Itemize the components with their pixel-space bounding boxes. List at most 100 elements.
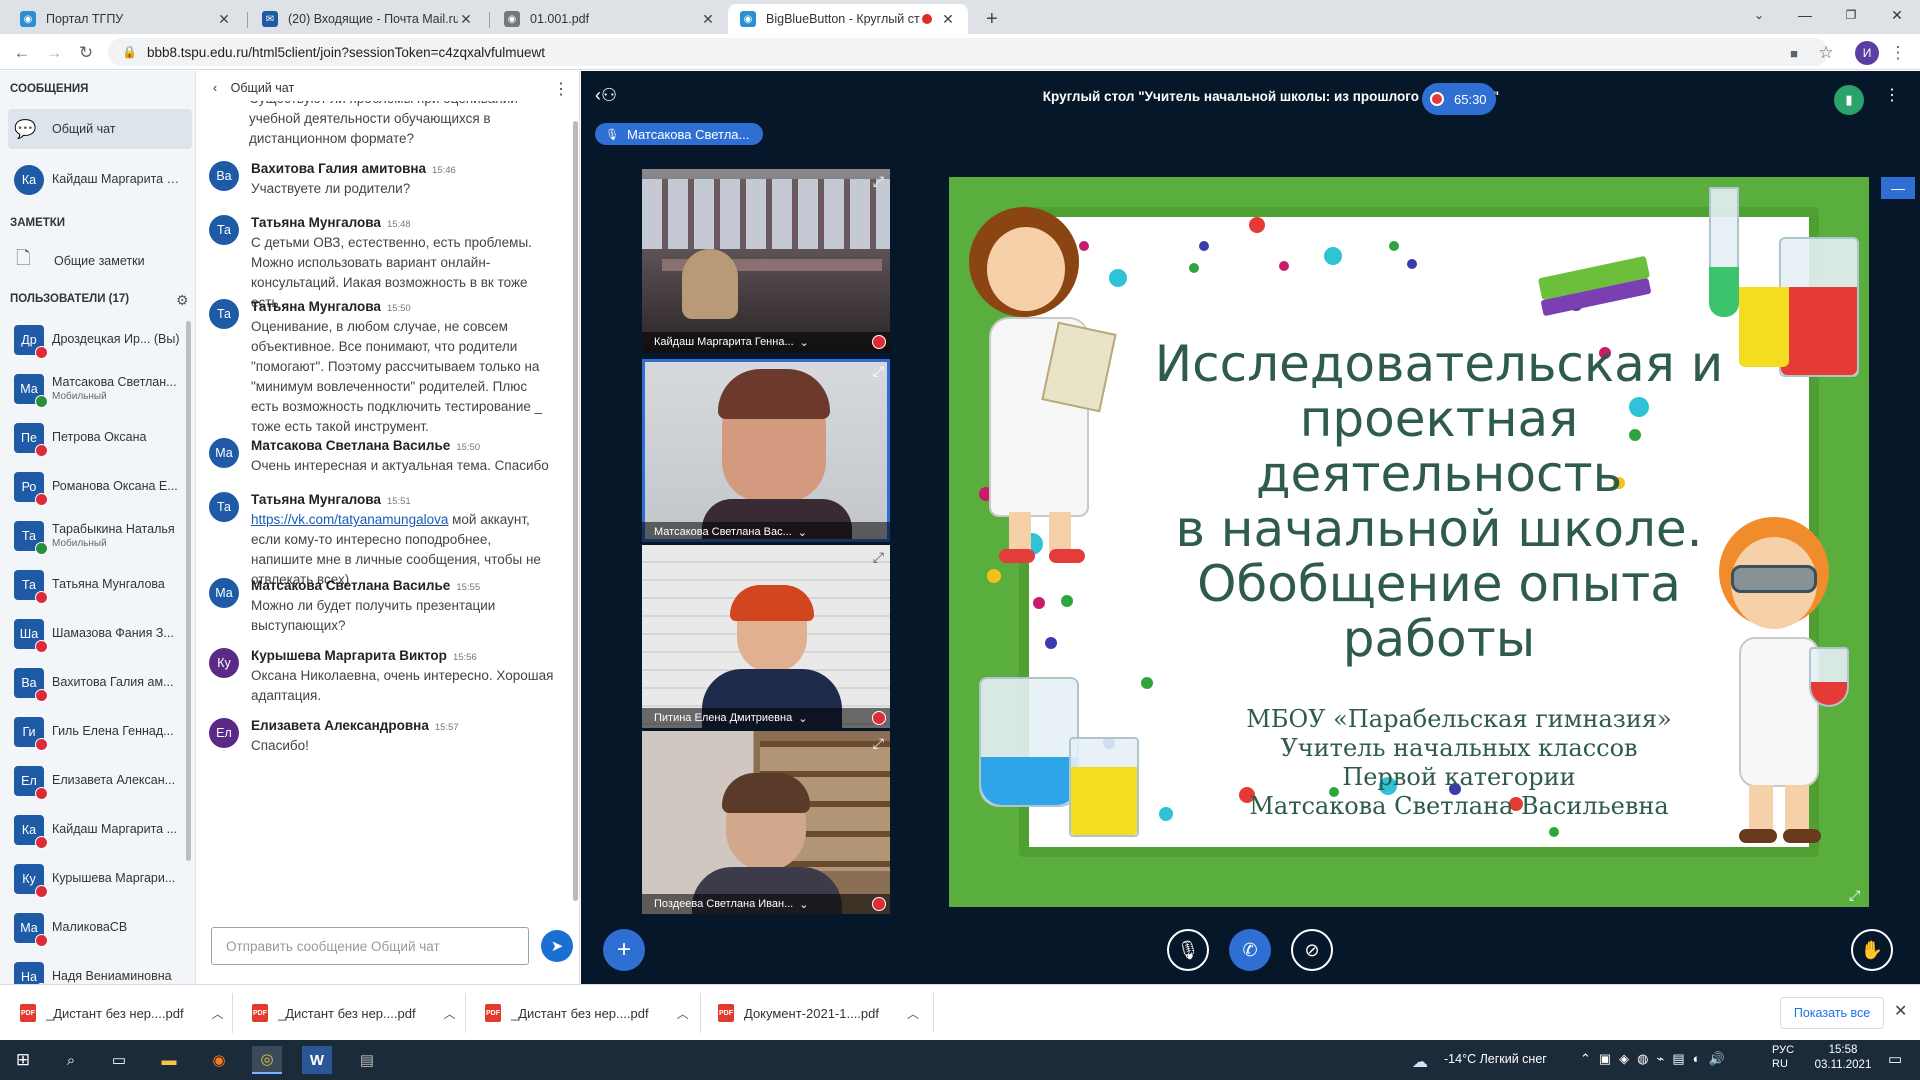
user-name: Вахитова Галия ам... (52, 675, 174, 690)
user-list-item[interactable]: Ша Шамазова Фания З... (0, 611, 190, 657)
fullscreen-icon[interactable]: ⤢ (873, 735, 884, 752)
browser-tab-strip: ◉ Портал ТГПУ ✕ ✉ (20) Входящие - Почта … (0, 0, 1920, 34)
close-icon[interactable]: ✕ (1894, 1001, 1907, 1021)
user-list-item[interactable]: Та Татьяна Мунгалова (0, 562, 190, 608)
search-icon[interactable]: ⌕ (56, 1046, 86, 1074)
user-name: Кайдаш Маргарита ... (52, 822, 178, 837)
windows-start-icon[interactable]: ⊞ (8, 1046, 38, 1074)
recording-indicator[interactable]: 65:30 (1422, 83, 1496, 115)
message-text: Спасибо! (251, 738, 309, 753)
window-close-icon[interactable]: ✕ (1874, 0, 1920, 30)
clock[interactable]: 15:58 03.11.2021 (1812, 1044, 1874, 1071)
public-chat-item[interactable]: 💬 Общий чат (8, 109, 192, 149)
fullscreen-icon[interactable]: ⤢ (873, 549, 884, 566)
user-list-item[interactable]: Ма Матсакова Светлан... Мобильный (0, 366, 190, 412)
user-list-item[interactable]: Ку Курышева Маргари... (0, 856, 190, 902)
chat-header[interactable]: ‹ Общий чат (213, 81, 294, 95)
actions-button[interactable]: + (603, 929, 645, 971)
user-list-item[interactable]: Ги Гиль Елена Геннад... (0, 709, 190, 755)
private-chat-item[interactable]: Ка Кайдаш Маргарита Г... (0, 157, 196, 203)
close-icon[interactable]: ✕ (700, 11, 716, 28)
raise-hand-button[interactable]: ✋ (1851, 929, 1893, 971)
minimize-icon[interactable]: — (1782, 0, 1828, 30)
download-item[interactable]: PDF _Дистант без нер....pdf ︿ (252, 985, 456, 1041)
fullscreen-icon[interactable]: ⤢ (873, 173, 884, 190)
minimize-presentation-button[interactable]: — (1881, 177, 1915, 199)
chevron-up-icon[interactable]: ︿ (212, 1005, 224, 1022)
talking-indicator[interactable]: 🎙 Матсакова Светла... (595, 123, 764, 145)
app-icon[interactable]: ▤ (352, 1046, 382, 1074)
shared-notes-item[interactable]: 🗋 Общие заметки (0, 241, 196, 281)
file-explorer-icon[interactable]: ▬ (154, 1046, 184, 1074)
gear-icon[interactable]: ⚙ (176, 292, 189, 309)
muted-mic-icon (35, 689, 48, 702)
message-link[interactable]: https://vk.com/tatyanamungalova (251, 512, 448, 527)
user-list-item[interactable]: Пе Петрова Оксана (0, 415, 190, 461)
bookmark-star-icon[interactable]: ☆ (1814, 41, 1838, 65)
profile-avatar[interactable]: И (1855, 41, 1879, 65)
mic-active-icon (35, 395, 48, 408)
user-list-item[interactable]: Ел Елизавета Алексан... (0, 758, 190, 804)
chevron-up-icon[interactable]: ︿ (444, 1005, 456, 1022)
video-tile-active[interactable]: ⤢ Матсакова Светлана Вас... ⌄ (642, 359, 890, 542)
video-tile[interactable]: ⤢ Питина Елена Дмитриевна ⌄ (642, 545, 890, 728)
connection-status-icon[interactable]: ▮ (1834, 85, 1864, 115)
chevron-up-icon[interactable]: ︿ (907, 1005, 919, 1022)
browser-tab[interactable]: ◉ 01.001.pdf ✕ (492, 4, 728, 34)
send-button[interactable]: ➤ (541, 930, 573, 962)
user-list-item[interactable]: Ва Вахитова Галия ам... (0, 660, 190, 706)
close-icon[interactable]: ✕ (940, 11, 956, 28)
new-tab-button[interactable]: + (974, 4, 1004, 34)
user-list-toggle-icon[interactable]: ‹⚇ (595, 85, 617, 106)
fullscreen-icon[interactable]: ⤢ (1849, 887, 1860, 904)
chat-options-icon[interactable]: ⋮ (553, 79, 569, 99)
user-list-item[interactable]: Ма МаликоваСВ (0, 905, 190, 951)
fullscreen-icon[interactable]: ⤢ (873, 363, 884, 380)
avatar: Др (14, 325, 48, 359)
address-bar[interactable]: 🔒 bbb8.tspu.edu.ru/html5client/join?sess… (108, 38, 1828, 66)
tab-search-icon[interactable]: ⌄ (1736, 0, 1782, 30)
user-list-item[interactable]: Ка Кайдаш Маргарита ... (0, 807, 190, 853)
back-icon[interactable]: ← (10, 41, 34, 65)
word-icon[interactable]: W (302, 1046, 332, 1074)
notifications-icon[interactable]: ▭ (1888, 1050, 1902, 1068)
options-icon[interactable]: ⋮ (1884, 85, 1900, 105)
chat-message-input[interactable]: Отправить сообщение Общий чат (211, 927, 529, 965)
leave-audio-button[interactable]: ✆ (1229, 929, 1271, 971)
task-view-icon[interactable]: ▭ (104, 1046, 134, 1074)
forward-icon[interactable]: → (42, 41, 66, 65)
share-webcam-button[interactable]: ⊘ (1291, 929, 1333, 971)
browser-tab-active[interactable]: ◉ BigBlueButton - Круглый ст ✕ (728, 4, 968, 34)
firefox-icon[interactable]: ◉ (204, 1046, 234, 1074)
muted-mic-icon (35, 934, 48, 947)
mute-button[interactable]: 🎙 (1167, 929, 1209, 971)
sidebar-scrollbar[interactable] (186, 321, 191, 861)
browser-tab[interactable]: ◉ Портал ТГПУ ✕ (8, 4, 244, 34)
video-tile[interactable]: ⤢ Поздеева Светлана Иван... ⌄ (642, 731, 890, 914)
weather-icon[interactable]: ☁ (1412, 1052, 1428, 1072)
close-icon[interactable]: ✕ (458, 11, 474, 28)
user-list-item[interactable]: Др Дроздецкая Ир... (Вы) (0, 317, 190, 363)
download-item[interactable]: PDF _Дистант без нер....pdf ︿ (485, 985, 689, 1041)
chevron-up-icon[interactable]: ︿ (677, 1005, 689, 1022)
reload-icon[interactable]: ↻ (74, 41, 98, 65)
close-icon[interactable]: ✕ (216, 11, 232, 28)
show-all-downloads-button[interactable]: Показать все (1780, 997, 1884, 1029)
menu-kebab-icon[interactable]: ⋮ (1886, 41, 1910, 65)
chevron-left-icon[interactable]: ‹ (213, 81, 217, 95)
language-indicator[interactable]: РУС RU (1772, 1044, 1794, 1070)
camera-icon[interactable]: ■ (1782, 41, 1806, 65)
user-list-item[interactable]: Ро Романова Оксана Е... (0, 464, 190, 510)
download-item[interactable]: PDF _Дистант без нер....pdf ︿ (20, 985, 224, 1041)
chat-scrollbar[interactable] (573, 121, 578, 901)
restore-icon[interactable]: ❐ (1828, 0, 1874, 30)
tray-icons[interactable]: ⌃▣◈◍⌁▤◐🔊 (1580, 1051, 1733, 1067)
download-item[interactable]: PDF Документ-2021-1....pdf ︿ (718, 985, 919, 1041)
weather-text[interactable]: -14°C Легкий снег (1444, 1052, 1547, 1066)
chrome-icon[interactable]: ◎ (252, 1046, 282, 1074)
muted-mic-icon (35, 493, 48, 506)
browser-tab[interactable]: ✉ (20) Входящие - Почта Mail.ru ✕ (250, 4, 486, 34)
user-list-item[interactable]: Та Тарабыкина Наталья Мобильный (0, 513, 190, 559)
muted-mic-icon (35, 787, 48, 800)
video-tile[interactable]: ⤢ Кайдаш Маргарита Генна... ⌄ (642, 169, 890, 352)
